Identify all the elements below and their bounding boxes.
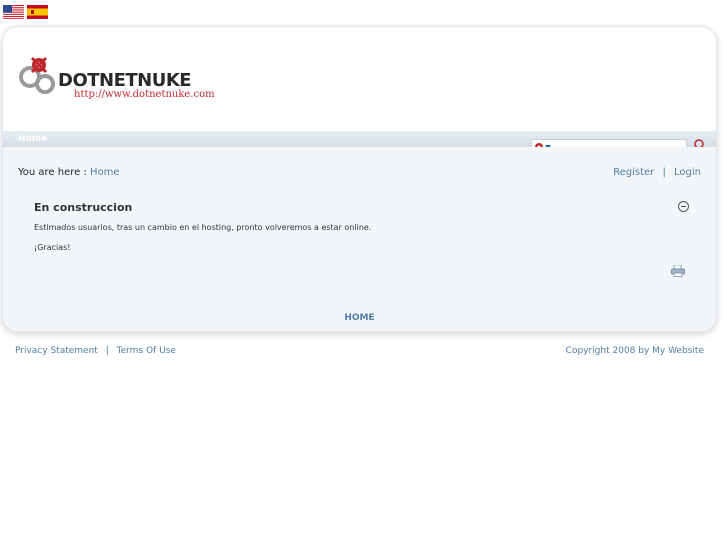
language-selector (3, 5, 48, 19)
user-links-separator: | (662, 167, 666, 178)
user-links: Register | Login (613, 167, 701, 178)
privacy-statement-link[interactable]: Privacy Statement (15, 346, 98, 356)
logo-url: http://www.dotnetnuke.com (74, 89, 215, 100)
register-link[interactable]: Register (613, 167, 654, 178)
module-thanks: ¡Gracias! (34, 243, 71, 252)
content-pane: You are here : Home Register | Login En … (3, 147, 716, 331)
print-icon[interactable] (671, 265, 685, 277)
footer-separator: | (105, 346, 109, 356)
footer-links: Privacy Statement | Terms Of Use (15, 346, 176, 356)
breadcrumb-prefix: You are here : (18, 167, 87, 178)
module-title: En construccion (34, 201, 133, 214)
menu-item-home[interactable]: Home (18, 134, 47, 144)
module-message: Estimados usuarios, tras un cambio en el… (34, 223, 372, 232)
copyright-text: Copyright 2008 by My Website (565, 346, 704, 356)
dotnetnuke-logo-icon (19, 56, 55, 94)
logo-wordmark: DOTNETNUKE (58, 70, 192, 91)
breadcrumb-home-link[interactable]: Home (90, 167, 120, 178)
page-container: DOTNETNUKE http://www.dotnetnuke.com Hom… (2, 26, 717, 332)
us-flag-icon[interactable] (3, 5, 24, 19)
spain-flag-icon[interactable] (27, 5, 48, 19)
terms-of-use-link[interactable]: Terms Of Use (117, 346, 176, 356)
login-link[interactable]: Login (674, 167, 701, 178)
breadcrumb: You are here : Home (18, 167, 120, 178)
footer-home-link[interactable]: HOME (3, 313, 716, 323)
header: DOTNETNUKE http://www.dotnetnuke.com (3, 27, 716, 132)
minimize-icon[interactable] (678, 201, 689, 212)
